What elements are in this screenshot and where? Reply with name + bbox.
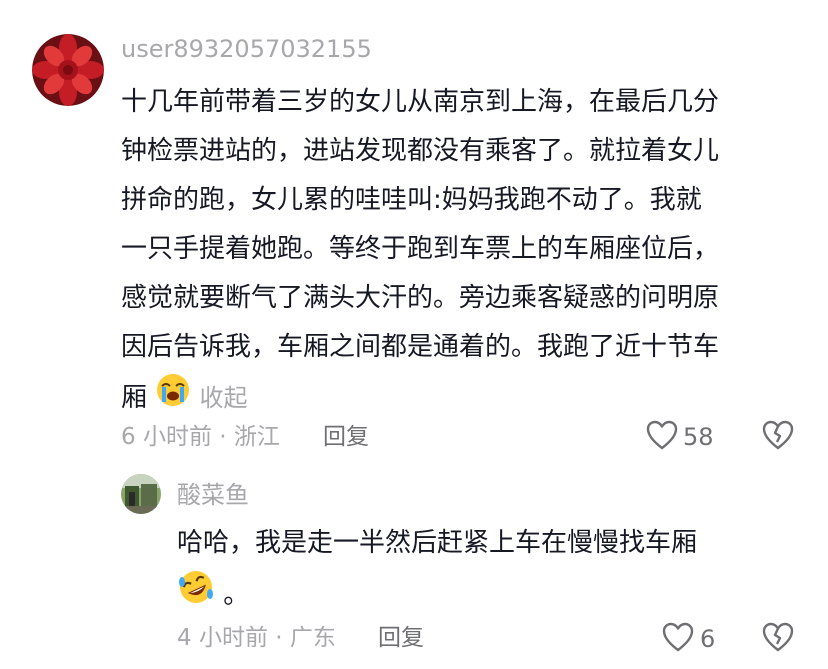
broken-heart-icon	[762, 420, 794, 454]
comment-text: 十几年前带着三岁的女儿从南京到上海，在最后几分 钟检票进站的，进站发现都没有乘客…	[121, 78, 811, 425]
comment-line-last: 。	[177, 568, 807, 623]
reply-button[interactable]: 回复	[378, 623, 424, 653]
comment-text: 哈哈，我是走一半然后赶紧上车在慢慢找车厢 。	[177, 519, 807, 623]
broken-heart-icon	[762, 622, 794, 656]
avatar[interactable]	[121, 474, 161, 514]
collapse-button[interactable]: 收起	[200, 384, 248, 412]
comment-1: user8932057032155 十几年前带着三岁的女儿从南京到上海，在最后几…	[0, 0, 828, 470]
comment-line: 十几年前带着三岁的女儿从南京到上海，在最后几分	[121, 87, 720, 117]
comment-line: 钟检票进站的，进站发现都没有乘客了。就拉着女儿	[121, 136, 720, 166]
rolling-laughing-face-icon	[177, 568, 215, 623]
heart-icon	[646, 420, 678, 454]
trailing-punctuation: 。	[223, 580, 250, 610]
comment-line: 厢	[121, 383, 148, 413]
scenery-avatar-image	[121, 474, 161, 514]
comment-line: 感觉就要断气了满头大汗的。旁边乘客疑惑的问明原	[121, 283, 720, 313]
comment-line: 拼命的跑，女儿累的哇哇叫:妈妈我跑不动了。我就	[121, 185, 702, 215]
username[interactable]: 酸菜鱼	[177, 479, 249, 511]
dislike-button[interactable]	[762, 622, 794, 656]
like-button[interactable]: 6	[662, 622, 715, 656]
username[interactable]: user8932057032155	[121, 33, 372, 65]
avatar[interactable]	[32, 34, 104, 106]
dislike-button[interactable]	[762, 420, 794, 454]
comment-2: 酸菜鱼 哈哈，我是走一半然后赶紧上车在慢慢找车厢 。 4 小时前 · 广东 回复…	[0, 470, 828, 669]
like-count: 6	[700, 625, 716, 653]
time-location: 6 小时前 · 浙江	[121, 424, 280, 450]
like-count: 58	[683, 423, 714, 451]
reply-button[interactable]: 回复	[323, 422, 369, 452]
succulent-avatar-image	[32, 34, 104, 106]
comment-line: 哈哈，我是走一半然后赶紧上车在慢慢找车厢	[177, 528, 698, 558]
comment-line: 因后告诉我，车厢之间都是通着的。我跑了近十节车	[121, 332, 720, 362]
comment-line: 一只手提着她跑。等终于跑到车票上的车厢座位后，	[121, 234, 720, 264]
heart-icon	[662, 622, 694, 656]
time-location: 4 小时前 · 广东	[177, 625, 336, 651]
crying-face-icon	[155, 372, 191, 425]
like-button[interactable]: 58	[646, 420, 714, 454]
comment-line-last: 厢 收起	[121, 372, 811, 425]
